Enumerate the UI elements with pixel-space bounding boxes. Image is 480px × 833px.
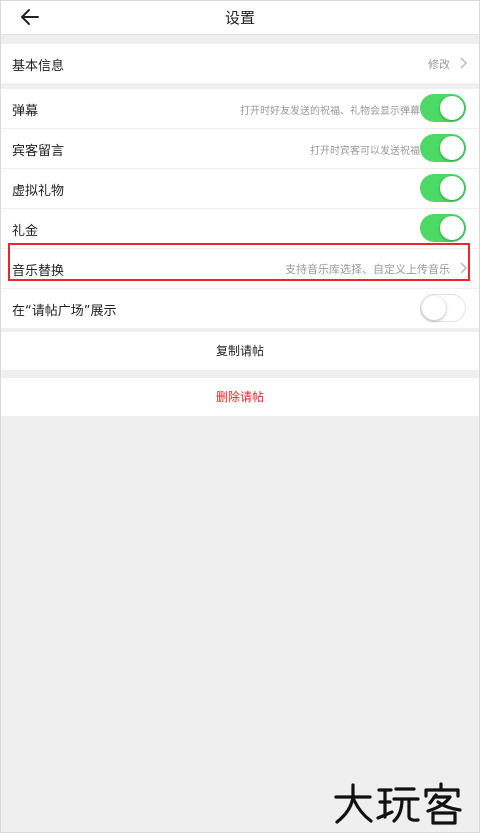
page-title: 设置: [224, 9, 255, 27]
toggle-knob: [440, 176, 464, 200]
setting-row-virtual-gift: 虚拟礼物: [0, 169, 480, 209]
toggle-knob: [440, 96, 464, 120]
gift-money-toggle[interactable]: [420, 214, 466, 242]
setting-row-plaza-display: 在“请帖广场”展示: [0, 289, 480, 328]
setting-row-gift-money: 礼金: [0, 209, 480, 249]
setting-label: 宾客留言: [12, 144, 65, 159]
setting-label: 礼金: [12, 224, 39, 239]
setting-row-music-replace[interactable]: 音乐替换 支持音乐库选择、自定义上传音乐: [0, 249, 480, 289]
watermark-logo: [334, 782, 462, 825]
chevron-right-icon: [460, 262, 468, 274]
toggle-knob: [440, 136, 464, 160]
setting-desc: 打开时宾客可以发送祝福: [310, 146, 420, 157]
setting-label: 弹幕: [12, 104, 39, 119]
setting-label: 音乐替换: [12, 264, 65, 279]
virtual-gift-toggle[interactable]: [420, 174, 466, 202]
copy-invitation-button[interactable]: 复制请帖: [0, 332, 480, 370]
setting-row-danmaku: 弹幕 打开时好友发送的祝福、礼物会显示弹幕: [0, 89, 480, 129]
top-bar: 设置: [0, 0, 480, 35]
settings-group: 弹幕 打开时好友发送的祝福、礼物会显示弹幕 宾客留言 打开时宾客可以发送祝福 虚…: [0, 89, 480, 328]
plaza-display-toggle[interactable]: [420, 294, 466, 322]
setting-desc: 支持音乐库选择、自定义上传音乐: [285, 263, 450, 276]
setting-label: 虚拟礼物: [12, 184, 65, 199]
toggle-knob: [440, 216, 464, 240]
basic-info-label: 基本信息: [12, 59, 65, 74]
danmaku-toggle[interactable]: [420, 94, 466, 122]
guest-message-toggle[interactable]: [420, 134, 466, 162]
setting-desc: 打开时好友发送的祝福、礼物会显示弹幕: [240, 106, 420, 117]
setting-label: 在“请帖广场”展示: [12, 304, 117, 319]
chevron-right-icon: [460, 57, 468, 69]
setting-row-guest-message: 宾客留言 打开时宾客可以发送祝福: [0, 129, 480, 169]
basic-info-row[interactable]: 基本信息 修改: [0, 44, 480, 83]
delete-invitation-button[interactable]: 删除请帖: [0, 378, 480, 416]
basic-info-group: 基本信息 修改: [0, 44, 480, 83]
toggle-knob: [422, 296, 446, 320]
edit-link[interactable]: 修改: [428, 56, 450, 72]
